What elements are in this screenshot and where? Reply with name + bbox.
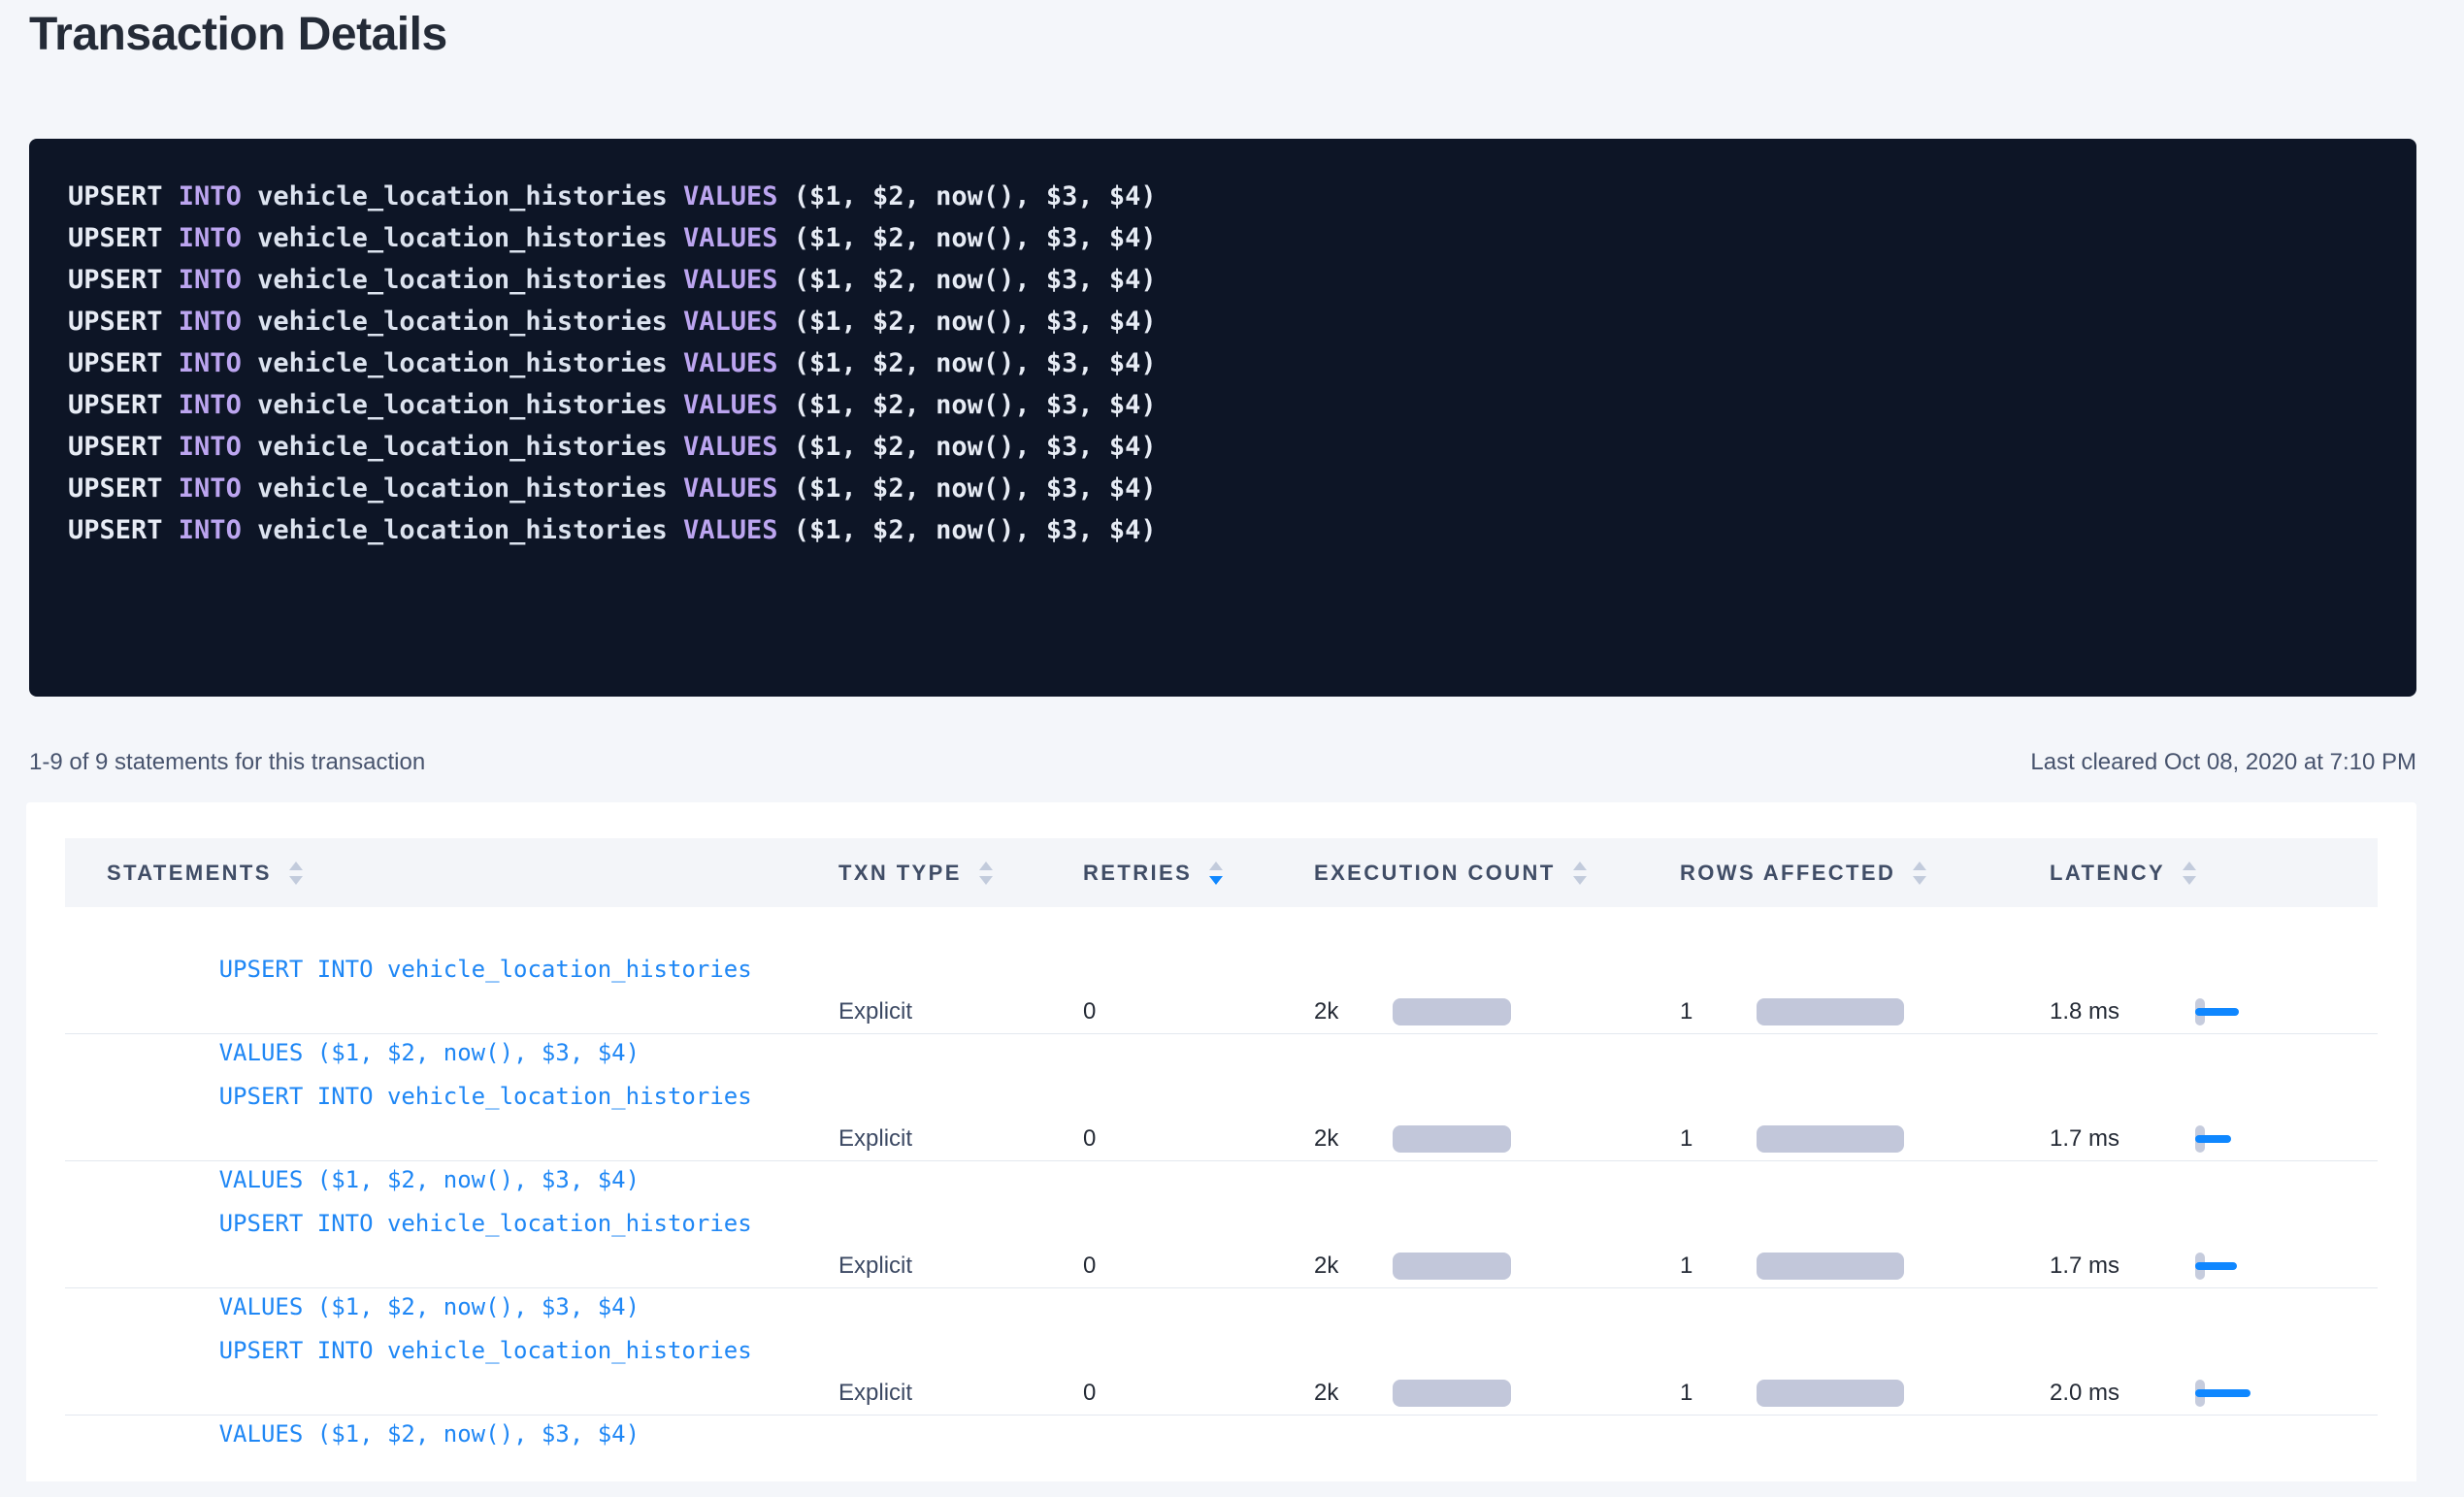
latency-bar (2195, 1008, 2239, 1016)
sql-statement-line: UPSERT INTO vehicle_location_histories V… (68, 509, 2378, 551)
column-header-label: LATENCY (2050, 861, 2165, 886)
column-header-label: ROWS AFFECTED (1680, 861, 1895, 886)
last-cleared-label: Last cleared Oct 08, 2020 at 7:10 PM (2030, 749, 2416, 776)
rows-affected-bar (1757, 1380, 1904, 1407)
execution-count-bar (1393, 1380, 1511, 1407)
column-header-txn-type[interactable]: TXN TYPE (838, 861, 1083, 886)
statements-count-label: 1-9 of 9 statements for this transaction (29, 749, 425, 776)
table-header-row: STATEMENTS TXN TYPE RETRIES EXECUTION CO… (65, 838, 2378, 907)
table-row: UPSERT INTO vehicle_location_histories V… (65, 907, 2378, 1034)
column-header-statements[interactable]: STATEMENTS (107, 861, 838, 886)
txn-type-value: Explicit (838, 998, 912, 1025)
retries-cell: 0 (1083, 1125, 1314, 1153)
sql-statement-line: UPSERT INTO vehicle_location_histories V… (68, 426, 2378, 468)
statements-table-card: STATEMENTS TXN TYPE RETRIES EXECUTION CO… (26, 802, 2416, 1481)
latency-value: 1.8 ms (2050, 998, 2195, 1025)
column-header-label: RETRIES (1083, 861, 1192, 886)
rows-affected-bar (1757, 998, 1904, 1025)
latency-cell: 1.7 ms (2050, 1237, 2378, 1295)
sort-icon (289, 862, 303, 885)
sql-statement-line: UPSERT INTO vehicle_location_histories V… (68, 259, 2378, 301)
latency-bar-chart (2195, 1364, 2263, 1422)
rows-affected-bar (1757, 1253, 1904, 1280)
sql-statement-line: UPSERT INTO vehicle_location_histories V… (68, 384, 2378, 426)
latency-value: 2.0 ms (2050, 1380, 2195, 1407)
retries-cell: 0 (1083, 1380, 1314, 1407)
execution-count-value: 2k (1314, 1253, 1393, 1280)
execution-count-cell: 2k (1314, 1253, 1680, 1280)
execution-count-value: 2k (1314, 998, 1393, 1025)
sort-icon (1573, 862, 1587, 885)
retries-value: 0 (1083, 1253, 1096, 1280)
sql-statement-line: UPSERT INTO vehicle_location_histories V… (68, 217, 2378, 259)
rows-affected-value: 1 (1680, 998, 1757, 1025)
rows-affected-value: 1 (1680, 1253, 1757, 1280)
table-row: UPSERT INTO vehicle_location_histories V… (65, 1288, 2378, 1416)
execution-count-bar (1393, 1125, 1511, 1153)
latency-bar-chart (2195, 1237, 2263, 1295)
txn-type-cell: Explicit (838, 1380, 1083, 1407)
rows-affected-value: 1 (1680, 1380, 1757, 1407)
retries-value: 0 (1083, 998, 1096, 1025)
column-header-label: STATEMENTS (107, 861, 272, 886)
execution-count-cell: 2k (1314, 1380, 1680, 1407)
latency-value: 1.7 ms (2050, 1125, 2195, 1153)
txn-type-value: Explicit (838, 1125, 912, 1153)
sort-icon (2183, 862, 2196, 885)
latency-cell: 2.0 ms (2050, 1364, 2378, 1422)
rows-affected-cell: 1 (1680, 1125, 2050, 1153)
execution-count-bar (1393, 998, 1511, 1025)
column-header-label: EXECUTION COUNT (1314, 861, 1556, 886)
sql-statement-line: UPSERT INTO vehicle_location_histories V… (68, 342, 2378, 384)
sort-icon (979, 862, 993, 885)
sql-statement-line: UPSERT INTO vehicle_location_histories V… (68, 176, 2378, 217)
sql-statement-line: UPSERT INTO vehicle_location_histories V… (68, 468, 2378, 509)
latency-cell: 1.7 ms (2050, 1110, 2378, 1168)
sort-icon-active-desc (1209, 862, 1223, 885)
latency-cell: 1.8 ms (2050, 983, 2378, 1041)
retries-value: 0 (1083, 1125, 1096, 1153)
latency-bar (2195, 1389, 2250, 1397)
txn-type-value: Explicit (838, 1380, 912, 1407)
retries-cell: 0 (1083, 1253, 1314, 1280)
column-header-retries[interactable]: RETRIES (1083, 861, 1314, 886)
table-row: UPSERT INTO vehicle_location_histories V… (65, 1034, 2378, 1161)
column-header-label: TXN TYPE (838, 861, 962, 886)
latency-bar (2195, 1262, 2237, 1270)
retries-cell: 0 (1083, 998, 1314, 1025)
execution-count-cell: 2k (1314, 998, 1680, 1025)
statements-table: STATEMENTS TXN TYPE RETRIES EXECUTION CO… (65, 838, 2378, 1416)
execution-count-bar (1393, 1253, 1511, 1280)
latency-bar-chart (2195, 1110, 2263, 1168)
retries-value: 0 (1083, 1380, 1096, 1407)
txn-type-value: Explicit (838, 1253, 912, 1280)
latency-bar-chart (2195, 983, 2263, 1041)
execution-count-cell: 2k (1314, 1125, 1680, 1153)
txn-type-cell: Explicit (838, 998, 1083, 1025)
statement-cell: UPSERT INTO vehicle_location_histories V… (107, 1288, 838, 1497)
column-header-latency[interactable]: LATENCY (2050, 861, 2378, 886)
table-body: UPSERT INTO vehicle_location_histories V… (65, 907, 2378, 1416)
rows-affected-bar (1757, 1125, 1904, 1153)
txn-type-cell: Explicit (838, 1125, 1083, 1153)
sort-icon (1913, 862, 1926, 885)
sql-code-block: UPSERT INTO vehicle_location_histories V… (29, 139, 2416, 697)
page-title: Transaction Details (29, 8, 447, 61)
column-header-execution-count[interactable]: EXECUTION COUNT (1314, 861, 1680, 886)
sql-statement-line: UPSERT INTO vehicle_location_histories V… (68, 301, 2378, 342)
latency-value: 1.7 ms (2050, 1253, 2195, 1280)
statement-link[interactable]: UPSERT INTO vehicle_location_histories V… (107, 1288, 752, 1497)
execution-count-value: 2k (1314, 1125, 1393, 1153)
latency-bar (2195, 1135, 2231, 1143)
rows-affected-cell: 1 (1680, 1380, 2050, 1407)
table-meta-row: 1-9 of 9 statements for this transaction… (29, 749, 2416, 776)
table-row: UPSERT INTO vehicle_location_histories V… (65, 1161, 2378, 1288)
txn-type-cell: Explicit (838, 1253, 1083, 1280)
execution-count-value: 2k (1314, 1380, 1393, 1407)
sql-code-lines: UPSERT INTO vehicle_location_histories V… (68, 176, 2378, 551)
rows-affected-cell: 1 (1680, 1253, 2050, 1280)
rows-affected-cell: 1 (1680, 998, 2050, 1025)
column-header-rows-affected[interactable]: ROWS AFFECTED (1680, 861, 2050, 886)
rows-affected-value: 1 (1680, 1125, 1757, 1153)
